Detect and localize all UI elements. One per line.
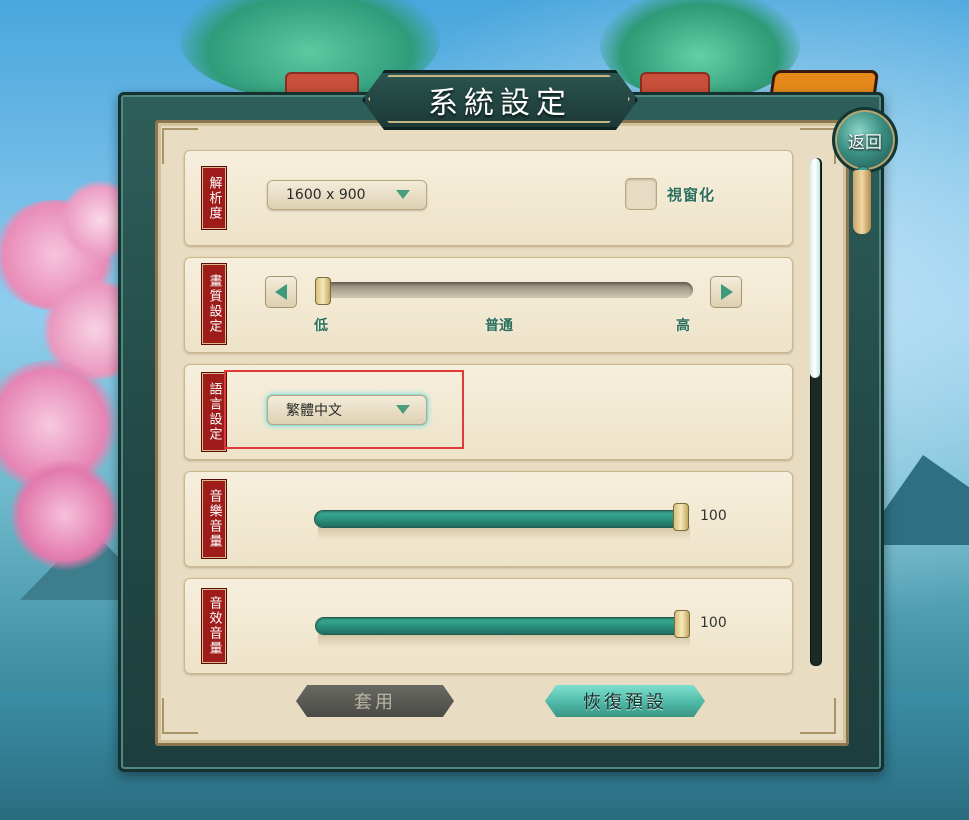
music-volume-slider-thumb[interactable] — [673, 503, 689, 531]
corner-ornament — [162, 698, 198, 734]
quality-slider-track[interactable] — [315, 282, 693, 298]
quality-tick-low: 低 — [314, 318, 328, 334]
windowed-checkbox[interactable] — [625, 178, 657, 210]
dialog-title: 系統設定 — [428, 86, 572, 121]
resolution-dropdown[interactable]: 1600 x 900 — [267, 180, 427, 210]
sfx-volume-slider-track[interactable] — [316, 618, 688, 634]
quality-slider-thumb[interactable] — [315, 277, 331, 305]
music-volume-label: 音樂音量 — [201, 479, 227, 559]
resolution-label: 解析度 — [201, 166, 227, 230]
track-shadow — [318, 526, 690, 540]
track-shadow — [318, 634, 690, 648]
quality-label: 畫質設定 — [201, 263, 227, 345]
quality-tick-high: 高 — [676, 318, 690, 334]
arrow-right-icon — [721, 284, 733, 300]
quality-tick-normal: 普通 — [485, 318, 513, 334]
title-plaque: 系統設定 — [362, 70, 638, 130]
highlight-box — [224, 370, 464, 449]
scrollbar-thumb[interactable] — [810, 158, 820, 378]
corner-ornament — [800, 698, 836, 734]
tassel-ornament — [853, 170, 871, 234]
sfx-volume-label: 音效音量 — [201, 588, 227, 664]
apply-button[interactable]: 套用 — [296, 685, 454, 717]
resolution-value: 1600 x 900 — [286, 187, 366, 203]
quality-increase-button[interactable] — [710, 276, 742, 308]
restore-defaults-button[interactable]: 恢復預設 — [545, 685, 705, 717]
arrow-left-icon — [275, 284, 287, 300]
sfx-volume-slider-thumb[interactable] — [674, 610, 690, 638]
windowed-label: 視窗化 — [667, 186, 716, 204]
back-button-label: 返回 — [848, 132, 882, 153]
sfx-volume-value: 100 — [700, 615, 727, 631]
back-button[interactable]: 返回 — [832, 107, 898, 173]
chevron-down-icon — [396, 190, 410, 199]
cherry-blossom — [10, 460, 120, 570]
music-volume-value: 100 — [700, 508, 727, 524]
music-volume-slider-track[interactable] — [315, 511, 687, 527]
quality-decrease-button[interactable] — [265, 276, 297, 308]
